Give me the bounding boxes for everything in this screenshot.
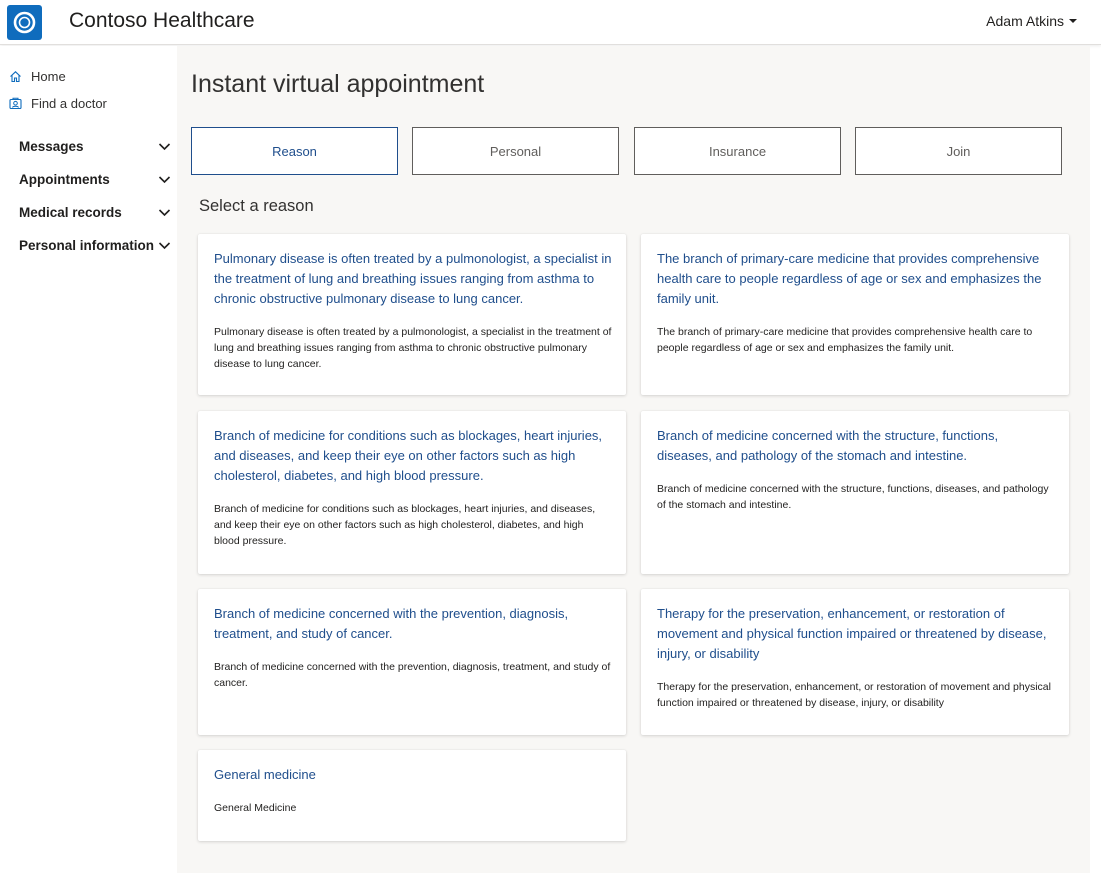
sidebar-group-personal-information[interactable]: Personal information bbox=[19, 238, 171, 253]
reason-card-title: Branch of medicine concerned with the st… bbox=[657, 428, 999, 463]
reason-card-description: Pulmonary disease is often treated by a … bbox=[214, 326, 612, 370]
reason-card-description: The branch of primary-care medicine that… bbox=[657, 326, 1033, 354]
sidebar-group-label: Appointments bbox=[19, 172, 110, 187]
chevron-down-icon bbox=[157, 239, 171, 253]
step-join[interactable]: Join bbox=[855, 127, 1062, 175]
sidebar-item-home[interactable]: Home bbox=[8, 69, 66, 84]
section-title: Select a reason bbox=[199, 197, 314, 215]
reason-card-general-medicine[interactable]: General medicine General Medicine bbox=[198, 750, 626, 841]
step-insurance[interactable]: Insurance bbox=[634, 127, 841, 175]
sidebar-group-messages[interactable]: Messages bbox=[19, 139, 171, 154]
top-header: Contoso Healthcare Adam Atkins bbox=[0, 0, 1101, 45]
reason-card-title: Branch of medicine for conditions such a… bbox=[214, 428, 603, 483]
step-label: Join bbox=[946, 143, 971, 159]
sidebar-group-label: Messages bbox=[19, 139, 84, 154]
chevron-down-icon bbox=[157, 140, 171, 154]
sidebar-group-label: Personal information bbox=[19, 238, 155, 253]
sidebar-item-label: Home bbox=[31, 69, 66, 84]
reason-card-description: Branch of medicine concerned with the pr… bbox=[214, 661, 611, 689]
sidebar: Home Find a doctor Messages Appointments… bbox=[0, 46, 177, 873]
reason-card-gastroenterology[interactable]: Branch of medicine concerned with the st… bbox=[641, 411, 1069, 574]
reason-card-physical-therapy[interactable]: Therapy for the preservation, enhancemen… bbox=[641, 589, 1069, 735]
reason-card-title: The branch of primary-care medicine that… bbox=[657, 251, 1042, 306]
app-title: Contoso Healthcare bbox=[69, 9, 255, 32]
reason-card-title: General medicine bbox=[214, 767, 316, 782]
reason-card-description: Branch of medicine for conditions such a… bbox=[214, 503, 596, 547]
doctor-icon bbox=[8, 97, 22, 111]
chevron-down-icon bbox=[157, 173, 171, 187]
contoso-logo-icon[interactable] bbox=[7, 5, 42, 40]
step-label: Insurance bbox=[708, 143, 767, 159]
step-reason[interactable]: Reason bbox=[191, 127, 398, 175]
home-icon bbox=[8, 70, 22, 84]
reason-card-description: General Medicine bbox=[214, 802, 297, 814]
reason-card-cardiology[interactable]: Branch of medicine for conditions such a… bbox=[198, 411, 626, 574]
reason-card-family-medicine[interactable]: The branch of primary-care medicine that… bbox=[641, 234, 1069, 395]
user-menu-button[interactable]: Adam Atkins bbox=[986, 13, 1077, 29]
step-personal[interactable]: Personal bbox=[412, 127, 619, 175]
sidebar-group-label: Medical records bbox=[19, 205, 122, 220]
reason-card-title: Pulmonary disease is often treated by a … bbox=[214, 251, 612, 306]
sidebar-item-label: Find a doctor bbox=[31, 96, 107, 111]
sidebar-item-find-a-doctor[interactable]: Find a doctor bbox=[8, 96, 107, 111]
page-title: Instant virtual appointment bbox=[191, 70, 485, 98]
main-content: Instant virtual appointment Reason Perso… bbox=[177, 46, 1090, 873]
step-label: Personal bbox=[489, 143, 542, 159]
reason-card-title: Branch of medicine concerned with the pr… bbox=[214, 606, 569, 641]
step-label: Reason bbox=[272, 143, 317, 159]
reason-card-description: Therapy for the preservation, enhancemen… bbox=[657, 681, 1051, 709]
reason-card-pulmonology[interactable]: Pulmonary disease is often treated by a … bbox=[198, 234, 626, 395]
user-name: Adam Atkins bbox=[986, 13, 1064, 29]
chevron-down-icon bbox=[157, 206, 171, 220]
sidebar-group-medical-records[interactable]: Medical records bbox=[19, 205, 171, 220]
sidebar-group-appointments[interactable]: Appointments bbox=[19, 172, 171, 187]
reason-card-title: Therapy for the preservation, enhancemen… bbox=[657, 606, 1047, 661]
reason-card-oncology[interactable]: Branch of medicine concerned with the pr… bbox=[198, 589, 626, 735]
caret-down-icon bbox=[1069, 19, 1077, 23]
reason-card-description: Branch of medicine concerned with the st… bbox=[657, 483, 1049, 511]
